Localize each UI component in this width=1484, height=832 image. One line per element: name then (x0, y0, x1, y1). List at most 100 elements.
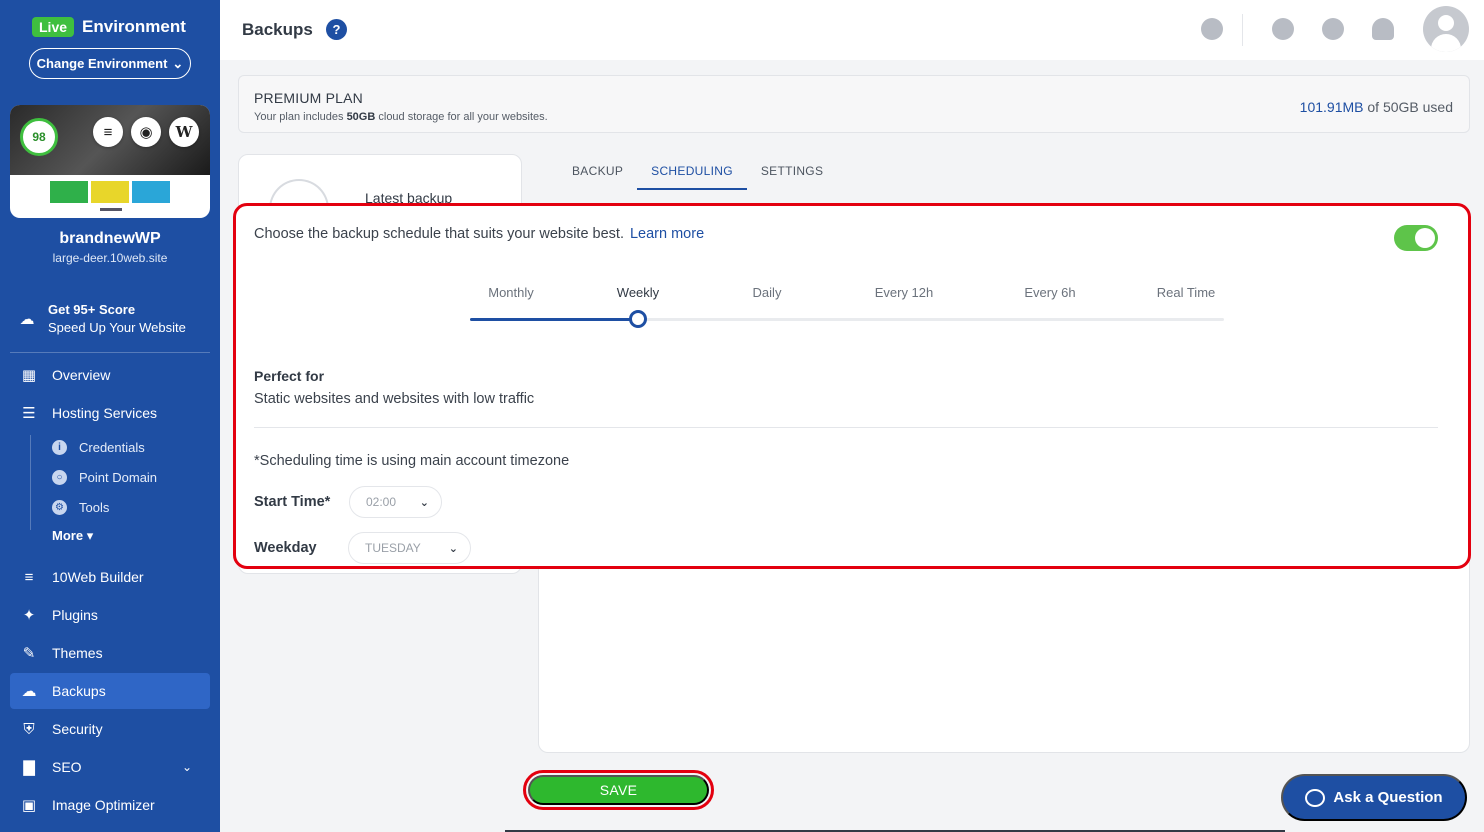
chevron-down-icon: ⌄ (448, 542, 458, 555)
promo-title: Get 95+ Score (48, 302, 136, 317)
storage-usage: 101.91MB of 50GB used (1299, 99, 1453, 115)
layers-icon: ≡ (24, 568, 34, 586)
sidebar-item-themes[interactable]: ✎ Themes (10, 635, 210, 671)
cloud-speed-icon: ☁ (19, 310, 35, 328)
perfect-for-title: Perfect for (254, 368, 325, 384)
pagespeed-score[interactable]: 98 (20, 118, 58, 156)
submenu-line (30, 435, 31, 530)
plan-info-bar: PREMIUM PLAN Your plan includes 50GB clo… (238, 75, 1470, 133)
chevron-down-icon: ⌄ (181, 760, 192, 774)
frequency-option-every-12h[interactable]: Every 12h (854, 285, 954, 300)
image-icon: ▣ (21, 797, 37, 814)
plan-name: PREMIUM PLAN (254, 90, 363, 106)
frequency-slider-track[interactable] (470, 318, 1224, 321)
start-time-value: 02:00 (366, 495, 397, 509)
eye-icon[interactable]: ◉ (131, 117, 161, 147)
bell-icon[interactable] (1372, 18, 1394, 40)
sidebar-item-backups[interactable]: ☁ Backups (10, 673, 210, 709)
cloud-backup-icon: ☁ (21, 683, 37, 700)
sidebar: Live Environment Change Environment ⌄ 98… (0, 0, 220, 832)
sidebar-item-label: Image Optimizer (52, 797, 155, 813)
sidebar-item-label: Security (52, 721, 103, 737)
sidebar-item-label: Hosting Services (52, 405, 158, 421)
speed-promo-link[interactable]: ☁ Get 95+ Score Speed Up Your Website (18, 302, 186, 335)
globe-icon: ○ (52, 470, 67, 485)
weekday-select[interactable]: TUESDAY ⌄ (348, 532, 471, 564)
save-button[interactable]: SAVE (528, 775, 709, 805)
more-label: More (52, 528, 84, 543)
layers-icon[interactable]: ≡ (93, 117, 123, 147)
perfect-for-description: Static websites and websites with low tr… (254, 391, 535, 407)
sidebar-item-label: SEO (52, 759, 82, 775)
tools-icon: ⚙ (52, 500, 67, 515)
frequency-option-every-6h[interactable]: Every 6h (1000, 285, 1100, 300)
frequency-slider-fill (470, 318, 638, 321)
live-badge: Live (32, 17, 75, 37)
weekday-label: Weekday (254, 540, 317, 556)
learn-more-link[interactable]: Learn more (630, 226, 704, 242)
site-domain[interactable]: large-deer.10web.site (0, 251, 220, 265)
sidebar-subitem-label: Credentials (79, 440, 145, 455)
sidebar-item-label: Themes (52, 645, 103, 661)
sidebar-subitem-point-domain[interactable]: ○ Point Domain (52, 470, 157, 485)
timezone-note: *Scheduling time is using main account t… (254, 453, 570, 469)
sidebar-item-label: 10Web Builder (52, 569, 144, 585)
pie-chart-icon[interactable] (1272, 18, 1294, 40)
tab-settings[interactable]: SETTINGS (747, 156, 837, 190)
sidebar-item-hosting-services[interactable]: ☰ Hosting Services (10, 395, 210, 431)
grid-icon: ▦ (21, 367, 37, 384)
site-preview-strip (100, 208, 122, 211)
help-icon[interactable]: ? (326, 19, 347, 40)
info-icon: i (52, 440, 67, 455)
scheduling-intro: Choose the backup schedule that suits yo… (254, 226, 705, 242)
user-avatar[interactable] (1423, 6, 1469, 52)
shield-icon: ⛨ (23, 720, 35, 738)
sidebar-item-plugins[interactable]: ✦ Plugins (10, 597, 210, 633)
chat-bubble-icon (1305, 788, 1326, 807)
sidebar-item-label: Backups (52, 683, 106, 699)
scheduling-toggle[interactable] (1394, 225, 1438, 251)
chevron-down-icon: ▾ (86, 528, 94, 543)
header-separator (1242, 14, 1243, 46)
frequency-option-daily[interactable]: Daily (717, 285, 817, 300)
change-environment-label: Change Environment (36, 56, 168, 71)
frequency-option-weekly[interactable]: Weekly (588, 285, 688, 300)
page-title: Backups (242, 20, 313, 39)
sidebar-item-security[interactable]: ⛨ Security (10, 711, 210, 747)
sidebar-item-overview[interactable]: ▦ Overview (10, 357, 210, 393)
backup-tabs: BACKUP SCHEDULING SETTINGS (558, 156, 837, 190)
sidebar-subitem-credentials[interactable]: i Credentials (52, 440, 145, 455)
sidebar-subitem-tools[interactable]: ⚙ Tools (52, 500, 109, 515)
weekday-value: TUESDAY (365, 541, 421, 555)
ask-question-label: Ask a Question (1333, 789, 1443, 806)
clock-icon[interactable] (1201, 18, 1223, 40)
tab-scheduling[interactable]: SCHEDULING (637, 156, 747, 190)
sidebar-item-image-optimizer[interactable]: ▣ Image Optimizer (10, 787, 210, 823)
site-preview-cards (50, 181, 170, 203)
start-time-select[interactable]: 02:00 ⌄ (349, 486, 442, 518)
frequency-slider-handle[interactable] (629, 310, 647, 328)
sidebar-subitem-label: Tools (79, 500, 110, 515)
tab-backup[interactable]: BACKUP (558, 156, 637, 190)
wordpress-icon[interactable]: W (169, 117, 199, 147)
server-icon: ☰ (22, 405, 36, 422)
chevron-down-icon: ⌄ (172, 55, 184, 71)
tab-content-card (538, 560, 1470, 753)
sidebar-subitem-label: Point Domain (79, 470, 158, 485)
frequency-option-real-time[interactable]: Real Time (1136, 285, 1236, 300)
frequency-option-monthly[interactable]: Monthly (461, 285, 561, 300)
start-time-label: Start Time* (254, 494, 331, 510)
top-header: Backups ? (220, 0, 1484, 60)
environment-title: Environment (82, 17, 186, 36)
progress-ring-icon[interactable] (1322, 18, 1344, 40)
sidebar-more-toggle[interactable]: More ▾ (52, 528, 93, 544)
sidebar-item-10web-builder[interactable]: ≡ 10Web Builder (10, 559, 210, 595)
ask-question-button[interactable]: Ask a Question (1281, 774, 1467, 821)
sidebar-item-label: Plugins (52, 607, 98, 623)
chevron-down-icon: ⌄ (419, 496, 429, 509)
plug-icon: ✦ (22, 607, 36, 624)
change-environment-button[interactable]: Change Environment ⌄ (29, 48, 191, 79)
promo-subtitle: Speed Up Your Website (48, 320, 186, 335)
sidebar-item-seo[interactable]: ▇ SEO ⌄ (10, 749, 210, 785)
sidebar-item-label: Overview (52, 367, 111, 383)
